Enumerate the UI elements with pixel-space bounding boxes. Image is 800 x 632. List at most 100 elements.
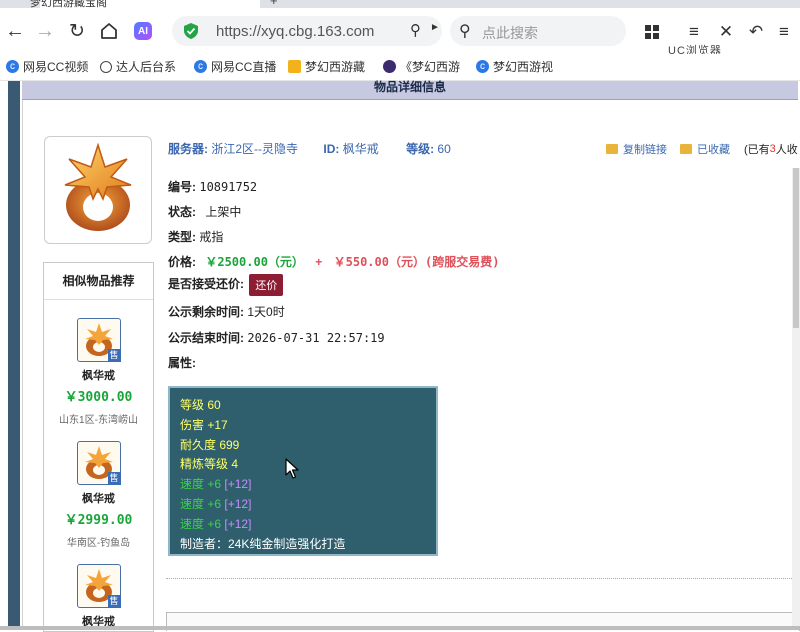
new-tab-button[interactable]: +	[270, 0, 278, 8]
reload-button[interactable]: ↻	[64, 18, 90, 44]
similar-item-server: 华南区-钓鱼岛	[66, 538, 131, 549]
favorite-count-prefix: (已有	[744, 144, 770, 156]
home-icon	[101, 23, 117, 39]
bookmark-item[interactable]: 梦幻西游藏	[288, 58, 370, 75]
type-value: 戒指	[199, 230, 224, 244]
forward-button[interactable]: →	[32, 18, 58, 44]
property-text: 速度 +6	[180, 517, 222, 531]
end-time-row: 公示结束时间: 2026-07-31 22:57:19	[168, 329, 385, 346]
similar-item-price: ￥3000.00	[64, 390, 133, 405]
similar-item-name[interactable]: 枫华戒	[44, 367, 153, 383]
tab-title[interactable]: 梦幻西游藏宝阁	[30, 0, 107, 8]
remaining-time-value: 1天0时	[247, 305, 285, 319]
list-menu-icon[interactable]: ≡	[684, 22, 704, 42]
search-icon: ⚲	[459, 23, 471, 40]
bookmark-label: 梦幻西游视	[493, 60, 554, 74]
status-value: 上架中	[205, 205, 242, 219]
menu-icon[interactable]: ≡	[774, 22, 794, 42]
bookmark-label: 《梦幻西游	[400, 60, 461, 74]
favorite-button[interactable]: 已收藏	[680, 141, 730, 157]
similar-item-thumb[interactable]: 售	[76, 564, 121, 608]
counter-offer-row: 是否接受还价: 还价	[168, 274, 284, 296]
bookmark-item[interactable]: 达人后台系	[100, 58, 182, 75]
bookmark-item[interactable]: 《梦幻西游	[383, 58, 465, 75]
similar-item[interactable]: 售 枫华戒 ￥2999.00 华南区-钓鱼岛	[44, 441, 153, 549]
favorite-count: (已有 3 人收	[744, 141, 798, 157]
search-box[interactable]: ⚲ 点此搜索	[450, 16, 626, 46]
end-time-label: 公示结束时间:	[168, 331, 244, 345]
left-edge-bar	[8, 81, 20, 630]
bookmark-item[interactable]: c 网易CC直播	[194, 58, 278, 75]
counter-offer-button[interactable]: 还价	[249, 274, 284, 296]
price-value: ￥2500.00（元）	[205, 255, 304, 269]
favorite-count-suffix: 人收	[775, 144, 798, 156]
similar-item-price: ￥2999.00	[64, 513, 133, 528]
price-plus: +	[315, 255, 323, 269]
type-label: 类型:	[168, 230, 196, 244]
number-value: 10891752	[199, 180, 258, 194]
scissors-icon[interactable]: ✕	[716, 22, 736, 42]
url-text[interactable]: https://xyq.cbg.163.com/eq	[216, 23, 374, 40]
ai-label: AI	[138, 25, 148, 37]
similar-item[interactable]: 售 枫华戒 ￥3000.00 山东1区-东湾崂山	[44, 318, 153, 426]
zoom-icon[interactable]: ⚲	[410, 21, 421, 39]
level-label: 等级:	[406, 142, 435, 156]
copy-link-button[interactable]: 复制链接	[606, 141, 667, 157]
property-extra: [+12]	[224, 477, 252, 491]
sold-badge: 售	[107, 595, 121, 608]
copy-link-icon	[606, 144, 618, 154]
status-label: 状态:	[168, 205, 196, 219]
server-value: 浙江2区--灵隐寺	[211, 142, 299, 156]
bookmarks-bar: c 网易CC视频 达人后台系 c 网易CC直播 梦幻西游藏 《梦幻西游 c 梦幻西游视	[0, 54, 800, 81]
property-line: 速度 +6 [+12]	[180, 515, 251, 532]
favorite-icon	[680, 144, 692, 154]
left-gutter	[0, 81, 20, 630]
bookmark-label: 梦幻西游藏	[305, 60, 366, 74]
maple-ring-icon	[64, 142, 132, 231]
globe-icon	[100, 60, 112, 73]
similar-item-thumb[interactable]: 售	[76, 441, 121, 485]
bookmark-item[interactable]: c 网易CC视频	[6, 58, 90, 75]
cc-icon: c	[194, 60, 207, 73]
counter-offer-label: 是否接受还价:	[168, 277, 244, 292]
back-button[interactable]: ←	[2, 18, 28, 44]
remaining-time-label: 公示剩余时间:	[168, 305, 244, 319]
status-row: 状态: 上架中	[168, 203, 241, 220]
home-button[interactable]	[96, 18, 122, 44]
scrollbar-thumb[interactable]	[793, 168, 799, 328]
address-more-icon[interactable]: ►	[430, 22, 440, 33]
level-value: 60	[437, 142, 451, 156]
bookmark-label: 达人后台系	[116, 60, 177, 74]
panel-header: 物品详细信息	[22, 80, 798, 100]
sold-badge: 售	[107, 472, 121, 485]
attributes-label: 属性:	[168, 356, 196, 370]
similar-item-name[interactable]: 枫华戒	[44, 490, 153, 506]
server-label: 服务器:	[168, 142, 208, 156]
property-line: 精炼等级 4	[180, 457, 239, 471]
sold-badge: 售	[107, 349, 121, 362]
ai-button[interactable]: AI	[134, 22, 152, 40]
copy-link-label: 复制链接	[623, 144, 667, 156]
similar-items-title: 相似物品推荐	[44, 263, 153, 300]
bookmark-item[interactable]: c 梦幻西游视	[476, 58, 554, 75]
apps-grid-icon[interactable]	[642, 22, 662, 42]
fee-value: ￥550.00（元）(跨服交易费)	[333, 255, 500, 269]
section-divider	[166, 578, 798, 579]
secure-shield-icon	[184, 23, 198, 39]
remaining-time-row: 公示剩余时间: 1天0时	[168, 303, 285, 320]
end-time-value: 2026-07-31 22:57:19	[247, 331, 385, 345]
mouse-cursor-icon	[285, 458, 299, 479]
bookmark-label: 网易CC视频	[23, 60, 89, 74]
address-bar[interactable]: https://xyq.cbg.163.com/eq ⚲ ►	[172, 16, 442, 46]
panel-title: 物品详细信息	[373, 80, 446, 94]
similar-item-server: 山东1区-东湾崂山	[59, 415, 138, 426]
similar-item[interactable]: 售 枫华戒	[44, 564, 153, 629]
property-text: 速度 +6	[180, 497, 222, 511]
type-row: 类型: 戒指	[168, 228, 223, 245]
cc-icon: c	[6, 60, 19, 73]
mhxy-icon	[288, 60, 301, 73]
undo-icon[interactable]: ↶	[746, 22, 766, 42]
vertical-scrollbar[interactable]	[792, 168, 800, 630]
horizontal-scrollbar[interactable]	[0, 626, 800, 630]
similar-item-thumb[interactable]: 售	[76, 318, 121, 362]
